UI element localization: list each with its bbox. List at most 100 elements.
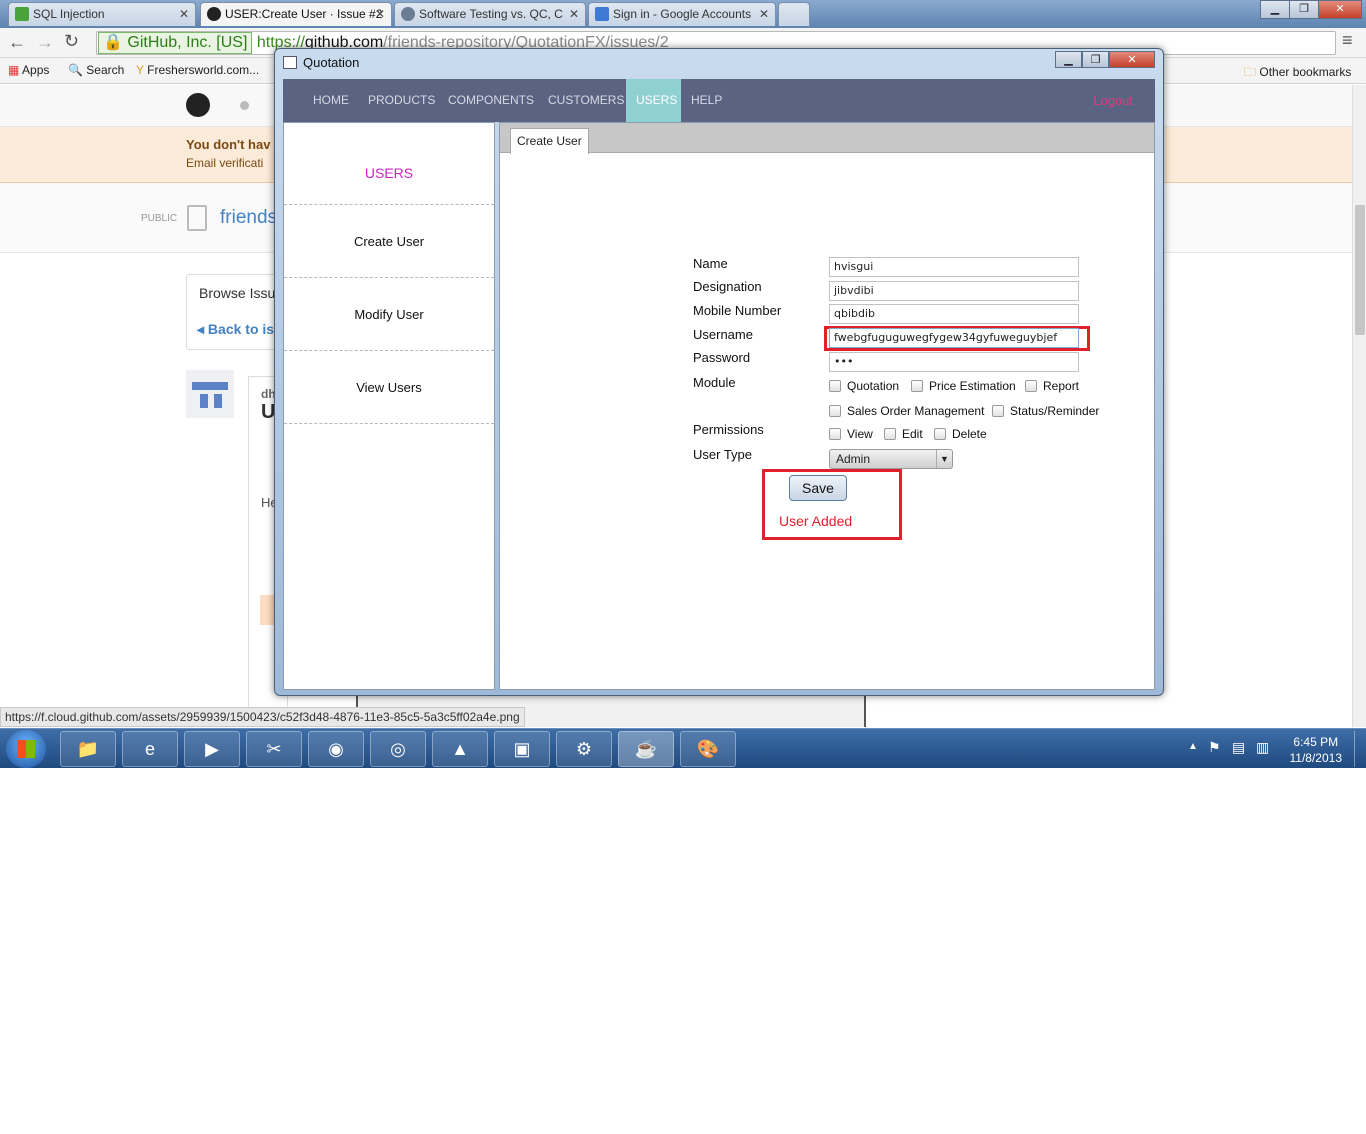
module-status-reminder-checkbox[interactable]: Status/Reminder — [992, 404, 1099, 418]
bookmark-label: Freshersworld.com... — [147, 63, 260, 77]
identicon-bar — [214, 394, 222, 408]
close-button[interactable]: ✕ — [1109, 51, 1155, 68]
browser-tab[interactable]: Software Testing vs. QC, C ✕ — [394, 2, 586, 26]
module-report-checkbox[interactable]: Report — [1025, 379, 1079, 393]
paint-icon[interactable]: 🎨 — [680, 731, 736, 767]
checkbox-label: Price Estimation — [929, 379, 1016, 393]
username-field[interactable]: fwebgfuguguwegfygew34gyfuweguybjef — [829, 328, 1079, 348]
media-player-icon[interactable]: ▶ — [184, 731, 240, 767]
warning-title: You don't hav — [186, 137, 271, 152]
firefox-icon[interactable]: ◉ — [308, 731, 364, 767]
permission-delete-checkbox[interactable]: Delete — [934, 427, 987, 441]
checkbox-label: View — [847, 427, 873, 441]
new-tab-button[interactable] — [778, 2, 810, 26]
identicon-bar — [200, 394, 208, 408]
forward-icon[interactable]: → — [36, 32, 54, 53]
network-icon[interactable]: ▥ — [1256, 739, 1269, 756]
minimize-window-button[interactable]: ▁ — [1260, 0, 1290, 19]
permission-view-checkbox[interactable]: View — [829, 427, 873, 441]
nav-products[interactable]: PRODUCTS — [358, 79, 445, 122]
acrobat-icon[interactable]: ▲ — [432, 731, 488, 767]
close-tab-icon[interactable]: ✕ — [569, 3, 579, 25]
start-button[interactable] — [6, 730, 46, 768]
nav-users[interactable]: USERS — [626, 79, 681, 122]
browser-tab-active[interactable]: USER:Create User · Issue #2 ✕ — [200, 2, 392, 26]
sidebar-item-create-user[interactable]: Create User — [284, 205, 494, 278]
ssl-indicator[interactable]: 🔒 GitHub, Inc. [US] — [98, 32, 253, 54]
name-field[interactable]: hvisgui — [829, 257, 1079, 277]
device-icon[interactable]: ▤ — [1232, 739, 1245, 756]
issues-nav-box: Browse Issu ◂ Back to iss — [186, 274, 286, 350]
maximize-button[interactable]: ❐ — [1082, 51, 1109, 68]
tools-icon[interactable]: ✂ — [246, 731, 302, 767]
permission-edit-checkbox[interactable]: Edit — [884, 427, 923, 441]
module-price-estimation-checkbox[interactable]: Price Estimation — [911, 379, 1016, 393]
close-tab-icon[interactable]: ✕ — [759, 3, 769, 25]
bookmark-search[interactable]: 🔍 Search — [68, 63, 124, 77]
java-icon[interactable]: ☕ — [618, 731, 674, 767]
mobile-number-label: Mobile Number — [693, 303, 782, 318]
windows-taskbar: 📁 e ▶ ✂ ◉ ◎ ▲ ▣ ⚙ ☕ 🎨 ▲ ⚑ ▤ ▥ 6:45 PM 11… — [0, 728, 1366, 768]
java-ee-ide-icon[interactable]: ⚙ — [556, 731, 612, 767]
explorer-icon[interactable]: 📁 — [60, 731, 116, 767]
page-scrollbar[interactable] — [1352, 85, 1366, 727]
browse-issues-label[interactable]: Browse Issu — [199, 285, 275, 301]
tab-create-user[interactable]: Create User — [510, 128, 589, 154]
bookmark-apps[interactable]: ▦ Apps — [8, 63, 49, 77]
module-sales-order-checkbox[interactable]: Sales Order Management — [829, 404, 984, 418]
bookmark-label: Apps — [22, 63, 50, 77]
bookmark-freshersworld[interactable]: Y Freshersworld.com... — [136, 63, 259, 77]
reload-icon[interactable]: ↻ — [64, 31, 79, 52]
bookmark-other[interactable]: 🗀 Other bookmarks — [1244, 63, 1351, 84]
show-hidden-icons-icon[interactable]: ▲ — [1188, 741, 1198, 752]
window-title: Quotation — [303, 55, 360, 70]
system-clock[interactable]: 6:45 PM 11/8/2013 — [1290, 734, 1343, 766]
nav-customers[interactable]: CUSTOMERS — [538, 79, 634, 122]
checkbox-box — [829, 428, 841, 440]
save-button[interactable]: Save — [789, 475, 847, 501]
sidebar-item-modify-user[interactable]: Modify User — [284, 278, 494, 351]
sidebar-item-view-users[interactable]: View Users — [284, 351, 494, 424]
menu-icon[interactable]: ≡ — [1342, 30, 1353, 51]
checkbox-box — [829, 380, 841, 392]
minimize-button[interactable]: ▁ — [1055, 51, 1082, 68]
scrollbar-thumb[interactable] — [1355, 205, 1365, 335]
close-window-button[interactable]: ✕ — [1318, 0, 1362, 19]
tab-title: Software Testing vs. QC, C — [419, 7, 563, 21]
tab-title: Sign in - Google Accounts — [613, 7, 752, 21]
avatar — [186, 370, 234, 418]
ssl-label: GitHub, Inc. [US] — [127, 34, 248, 51]
nav-components[interactable]: COMPONENTS — [438, 79, 544, 122]
permissions-label: Permissions — [693, 422, 764, 437]
close-tab-icon[interactable]: ✕ — [179, 3, 189, 25]
window-icon — [283, 56, 297, 69]
chrome-icon[interactable]: ◎ — [370, 731, 426, 767]
internet-explorer-icon[interactable]: e — [122, 731, 178, 767]
username-label: Username — [693, 327, 753, 342]
search-icon: 🔍 — [68, 63, 83, 77]
checkbox-label: Status/Reminder — [1010, 404, 1100, 418]
back-icon[interactable]: ← — [8, 32, 26, 53]
module-quotation-checkbox[interactable]: Quotation — [829, 379, 899, 393]
mobile-number-field[interactable]: qbibdib — [829, 304, 1079, 324]
logout-link[interactable]: Logout — [1093, 79, 1133, 122]
repo-name[interactable]: friends — [220, 207, 277, 229]
github-logo-icon[interactable] — [186, 93, 210, 117]
action-center-flag-icon[interactable]: ⚑ — [1208, 739, 1221, 756]
users-sidebar: USERS Create User Modify User View Users — [283, 122, 495, 690]
maximize-window-button[interactable]: ❐ — [1289, 0, 1319, 19]
designation-field[interactable]: jibvdibi — [829, 281, 1079, 301]
remote-desktop-icon[interactable]: ▣ — [494, 731, 550, 767]
nav-home[interactable]: HOME — [303, 79, 359, 122]
browser-tab[interactable]: Sign in - Google Accounts ✕ — [588, 2, 776, 26]
back-to-issues-link[interactable]: ◂ Back to iss — [197, 321, 282, 338]
password-field[interactable]: ••• — [829, 352, 1079, 372]
show-desktop-button[interactable] — [1354, 731, 1366, 767]
browser-tab[interactable]: SQL Injection ✕ — [8, 2, 196, 26]
password-label: Password — [693, 350, 751, 365]
chevron-down-icon[interactable]: ▼ — [936, 450, 952, 468]
close-tab-icon[interactable]: ✕ — [375, 3, 385, 25]
user-type-select[interactable]: Admin ▼ — [829, 449, 953, 469]
checkbox-box — [829, 405, 841, 417]
nav-help[interactable]: HELP — [681, 79, 732, 122]
